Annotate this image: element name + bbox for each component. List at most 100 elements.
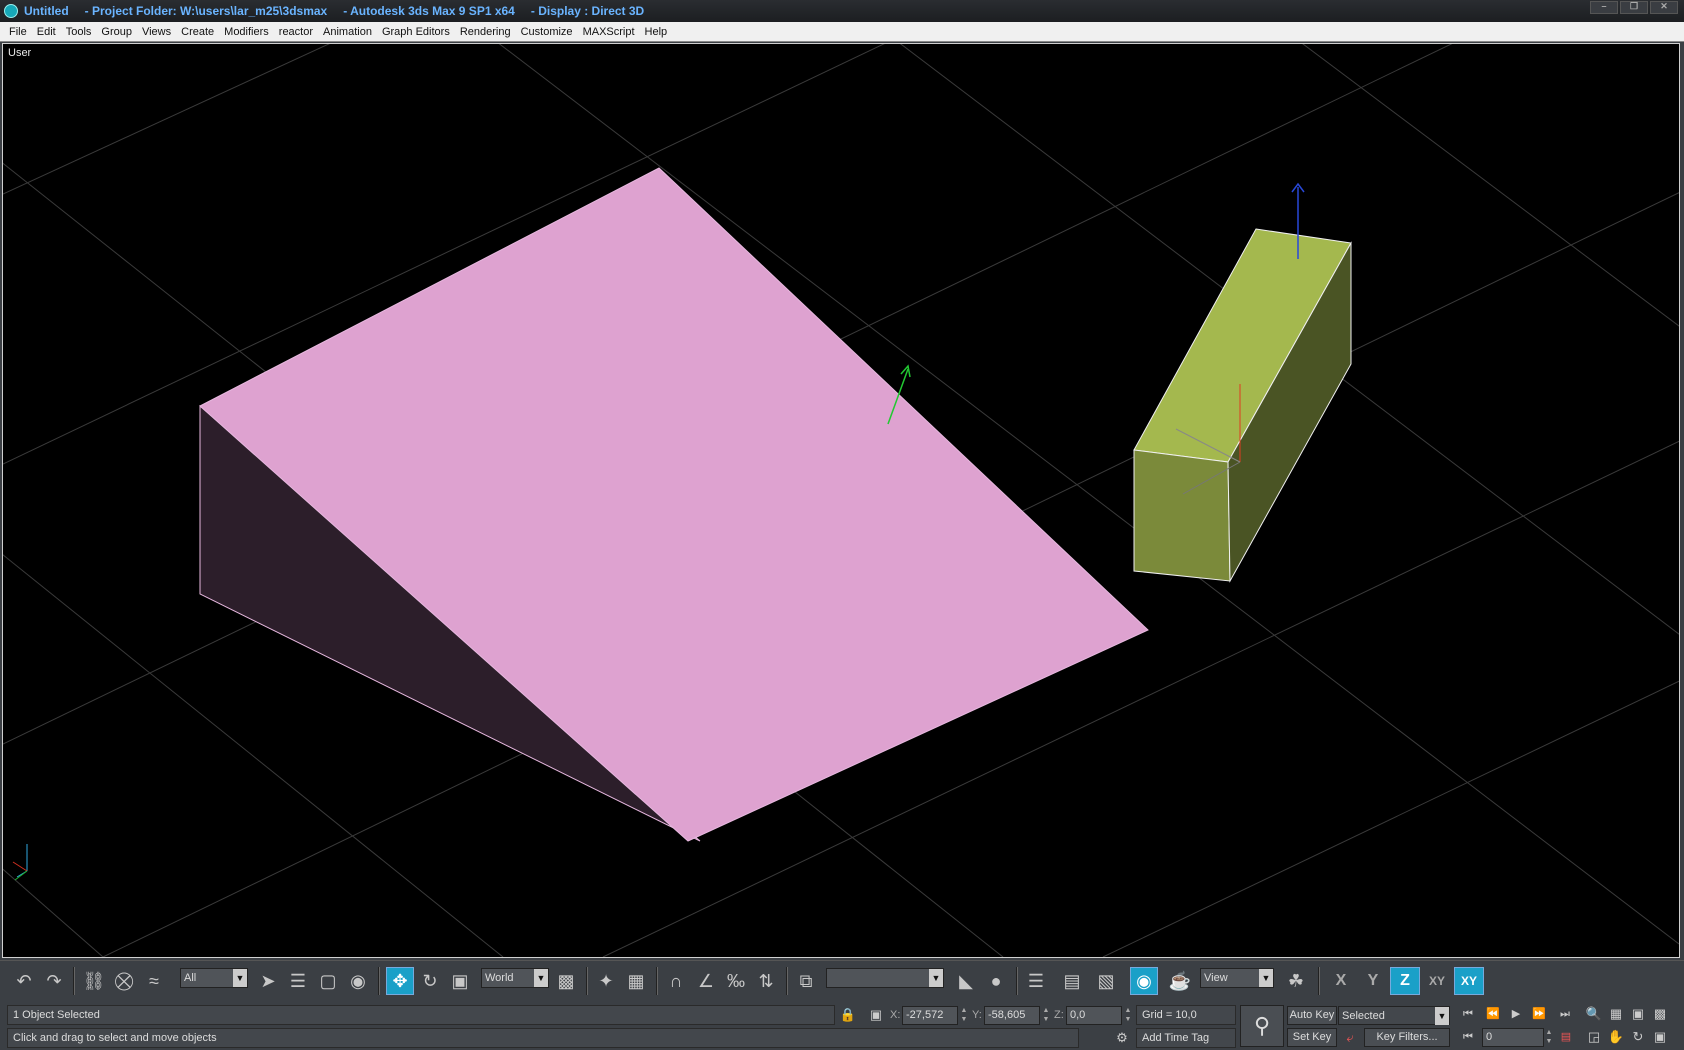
auto-key-button[interactable]: Auto Key	[1287, 1006, 1337, 1025]
curve-editor-icon[interactable]: ▤	[1058, 967, 1086, 995]
named-selection-dropdown[interactable]: ▼	[826, 968, 944, 988]
zoom-all-icon[interactable]: ▦	[1606, 1005, 1626, 1023]
key-filters-button[interactable]: Key Filters...	[1364, 1028, 1450, 1047]
select-manipulate-icon[interactable]: ✦	[592, 967, 620, 995]
key-icon[interactable]: ⚲	[1240, 1005, 1284, 1047]
axis-z-button[interactable]: Z	[1390, 967, 1420, 995]
select-and-scale-icon[interactable]: ▣	[446, 967, 474, 995]
layer-manager-icon[interactable]: ☰	[1022, 967, 1050, 995]
snaps-toggle-icon[interactable]: ∩	[662, 967, 690, 995]
selection-filter-value: All	[184, 972, 197, 984]
minimize-icon[interactable]: –	[1590, 1, 1618, 14]
restore-icon[interactable]: ❐	[1620, 1, 1648, 14]
menu-create[interactable]: Create	[181, 26, 214, 38]
keyboard-shortcut-override-icon[interactable]: ▦	[622, 967, 650, 995]
pivot-point-center-icon[interactable]: ▩	[552, 967, 580, 995]
add-time-tag-field[interactable]: Add Time Tag	[1136, 1028, 1236, 1048]
current-frame-field[interactable]: 0	[1482, 1028, 1544, 1047]
render-view-dropdown[interactable]: View ▼	[1200, 968, 1274, 988]
region-zoom-icon[interactable]: ◲	[1584, 1028, 1604, 1046]
time-tag-icon[interactable]: ⚙	[1112, 1029, 1132, 1047]
reference-coordinate-dropdown[interactable]: World ▼	[481, 968, 549, 988]
x-coordinate-field[interactable]: -27,572	[902, 1006, 958, 1025]
z-coordinate-field[interactable]: 0,0	[1066, 1006, 1122, 1025]
chevron-down-icon: ▼	[1435, 1007, 1449, 1025]
percent-snap-icon[interactable]: ‰	[722, 967, 750, 995]
wedge-top-face[interactable]	[199, 167, 1149, 842]
angle-snap-icon[interactable]: ∠	[692, 967, 720, 995]
toolbar-separator	[73, 967, 75, 995]
axis-plane-cycle-button[interactable]: XY	[1454, 967, 1484, 995]
key-mode-dropdown[interactable]: Selected ▼	[1338, 1006, 1450, 1025]
axis-y-button[interactable]: Y	[1358, 967, 1388, 995]
y-spinner[interactable]: ▲ ▼	[1042, 1006, 1050, 1025]
menu-group[interactable]: Group	[101, 26, 132, 38]
redo-icon[interactable]: ↷	[40, 967, 68, 995]
schematic-view-icon[interactable]: ▧	[1092, 967, 1120, 995]
edit-named-selection-icon[interactable]: ⧉	[792, 967, 820, 995]
spinner-snap-icon[interactable]: ⇅	[752, 967, 780, 995]
menu-reactor[interactable]: reactor	[279, 26, 313, 38]
unlink-icon[interactable]: ⛒	[110, 967, 138, 995]
selection-filter-dropdown[interactable]: All ▼	[180, 968, 248, 988]
menu-file[interactable]: File	[9, 26, 27, 38]
x-spinner[interactable]: ▲ ▼	[960, 1006, 968, 1025]
app-icon[interactable]	[4, 4, 18, 18]
key-mode-toggle-icon[interactable]: ⏮	[1458, 1028, 1478, 1046]
zoom-icon[interactable]: 🔍	[1584, 1005, 1604, 1023]
user-viewport[interactable]: User	[2, 43, 1680, 958]
world-axis-tripod	[12, 844, 28, 881]
menu-customize[interactable]: Customize	[521, 26, 573, 38]
time-configuration-icon[interactable]: ▤	[1556, 1028, 1576, 1046]
menu-tools[interactable]: Tools	[66, 26, 92, 38]
z-spinner[interactable]: ▲ ▼	[1124, 1006, 1132, 1025]
menu-edit[interactable]: Edit	[37, 26, 56, 38]
frame-spinner[interactable]: ▲ ▼	[1545, 1028, 1553, 1047]
scene-canvas[interactable]	[3, 44, 1679, 957]
viewport-label[interactable]: User	[8, 47, 31, 59]
go-to-start-icon[interactable]: ⏮	[1458, 1005, 1478, 1023]
default-tangent-icon[interactable]: ⤶	[1340, 1029, 1360, 1047]
y-coordinate-field[interactable]: -58,605	[984, 1006, 1040, 1025]
select-object-icon[interactable]: ➤	[254, 967, 282, 995]
zoom-extents-icon[interactable]: ▣	[1628, 1005, 1648, 1023]
x-label: X:	[890, 1009, 901, 1021]
select-and-move-icon[interactable]: ✥	[386, 967, 414, 995]
next-frame-icon[interactable]: ⏩	[1529, 1005, 1549, 1023]
box-front-face[interactable]	[1133, 449, 1231, 582]
previous-frame-icon[interactable]: ⏪	[1483, 1005, 1503, 1023]
quick-render-icon[interactable]: ☘	[1282, 967, 1310, 995]
menu-rendering[interactable]: Rendering	[460, 26, 511, 38]
render-setup-icon[interactable]: ☕	[1166, 967, 1194, 995]
menu-views[interactable]: Views	[142, 26, 171, 38]
absolute-mode-icon[interactable]: ▣	[866, 1006, 886, 1024]
select-by-name-icon[interactable]: ☰	[284, 967, 312, 995]
play-icon[interactable]: ▶	[1506, 1005, 1526, 1023]
arc-rotate-icon[interactable]: ↻	[1628, 1028, 1648, 1046]
y-label: Y:	[972, 1009, 982, 1021]
undo-icon[interactable]: ↶	[10, 967, 38, 995]
select-link-icon[interactable]: ⛓	[80, 967, 108, 995]
menu-help[interactable]: Help	[645, 26, 668, 38]
close-icon[interactable]: ✕	[1650, 1, 1678, 14]
window-crossing-icon[interactable]: ◉	[344, 967, 372, 995]
go-to-end-icon[interactable]: ⏭	[1555, 1005, 1575, 1023]
menu-graph-editors[interactable]: Graph Editors	[382, 26, 450, 38]
bind-space-warp-icon[interactable]: ≈	[140, 967, 168, 995]
zoom-extents-all-icon[interactable]: ▩	[1650, 1005, 1670, 1023]
maximize-viewport-icon[interactable]: ▣	[1650, 1028, 1670, 1046]
axis-x-button[interactable]: X	[1326, 967, 1356, 995]
mirror-icon[interactable]: ◣	[952, 967, 980, 995]
lock-selection-icon[interactable]: 🔒	[838, 1006, 858, 1024]
select-and-rotate-icon[interactable]: ↻	[416, 967, 444, 995]
set-key-button[interactable]: Set Key	[1287, 1028, 1337, 1047]
menu-maxscript[interactable]: MAXScript	[583, 26, 635, 38]
status-bar: 1 Object Selected Click and drag to sele…	[0, 1001, 1684, 1050]
axis-xy-button[interactable]: XY	[1422, 967, 1452, 995]
menu-modifiers[interactable]: Modifiers	[224, 26, 269, 38]
pan-view-icon[interactable]: ✋	[1606, 1028, 1626, 1046]
material-editor-icon[interactable]: ◉	[1130, 967, 1158, 995]
menu-animation[interactable]: Animation	[323, 26, 372, 38]
rectangular-selection-icon[interactable]: ▢	[314, 967, 342, 995]
align-icon[interactable]: ●	[982, 967, 1010, 995]
